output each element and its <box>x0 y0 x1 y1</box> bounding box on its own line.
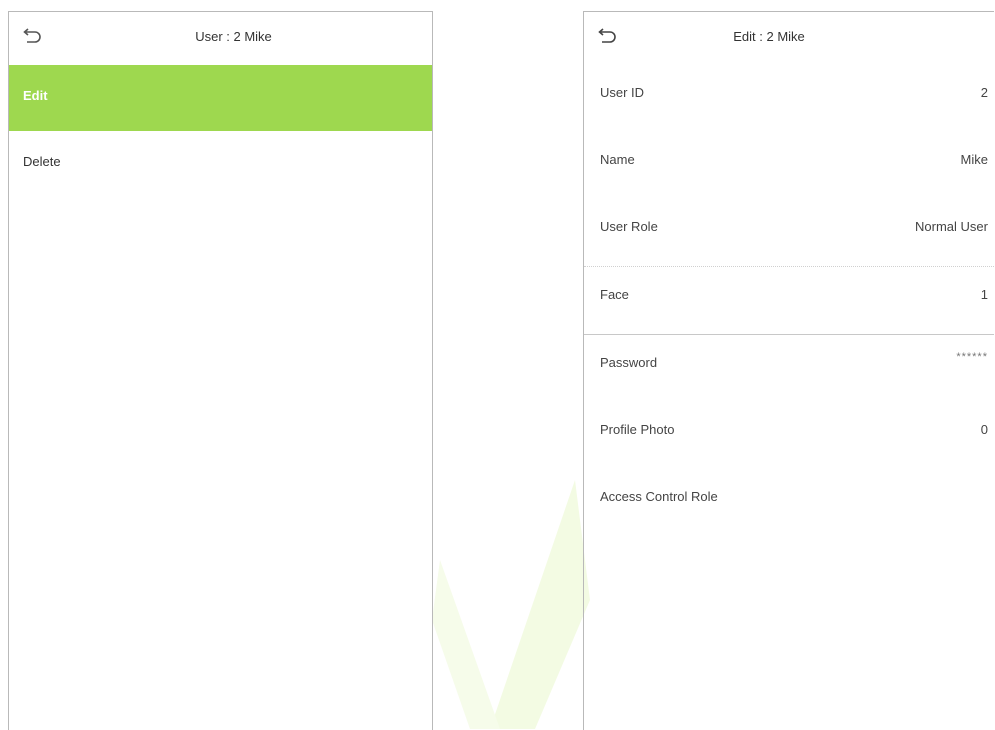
row-value: Normal User <box>915 219 988 234</box>
row-label: Password <box>600 355 658 370</box>
row-profile-photo[interactable]: Profile Photo 0 <box>584 402 994 469</box>
row-name[interactable]: Name Mike <box>584 132 994 199</box>
page-title: Edit : 2 Mike <box>733 29 805 44</box>
row-value: 1 <box>980 287 988 302</box>
edit-user-titlebar: Edit : 2 Mike <box>584 12 994 65</box>
menu-item-label: Delete <box>23 154 61 169</box>
menu-item-edit[interactable]: Edit <box>9 65 432 131</box>
user-menu-panel: User : 2 Mike Edit Delete <box>8 11 433 730</box>
row-user-role[interactable]: User Role Normal User <box>584 199 994 267</box>
row-label: Face <box>600 287 629 302</box>
row-value: 0 <box>980 422 988 437</box>
user-menu-titlebar: User : 2 Mike <box>9 12 432 65</box>
row-value: Mike <box>960 152 988 167</box>
row-value: ****** <box>956 351 988 363</box>
menu-item-delete[interactable]: Delete <box>9 131 432 197</box>
row-label: Name <box>600 152 635 167</box>
row-value: 2 <box>980 85 988 100</box>
row-face[interactable]: Face 1 <box>584 267 994 335</box>
page-title: User : 2 Mike <box>195 29 272 44</box>
row-password[interactable]: Password ****** <box>584 335 994 402</box>
row-label: Profile Photo <box>600 422 675 437</box>
menu-item-label: Edit <box>23 88 48 103</box>
row-user-id[interactable]: User ID 2 <box>584 65 994 132</box>
row-label: Access Control Role <box>600 489 718 504</box>
row-label: User ID <box>600 85 645 100</box>
row-label: User Role <box>600 219 658 234</box>
edit-user-panel: Edit : 2 Mike User ID 2 Name Mike User R… <box>583 11 994 730</box>
row-access-control-role[interactable]: Access Control Role <box>584 469 994 536</box>
